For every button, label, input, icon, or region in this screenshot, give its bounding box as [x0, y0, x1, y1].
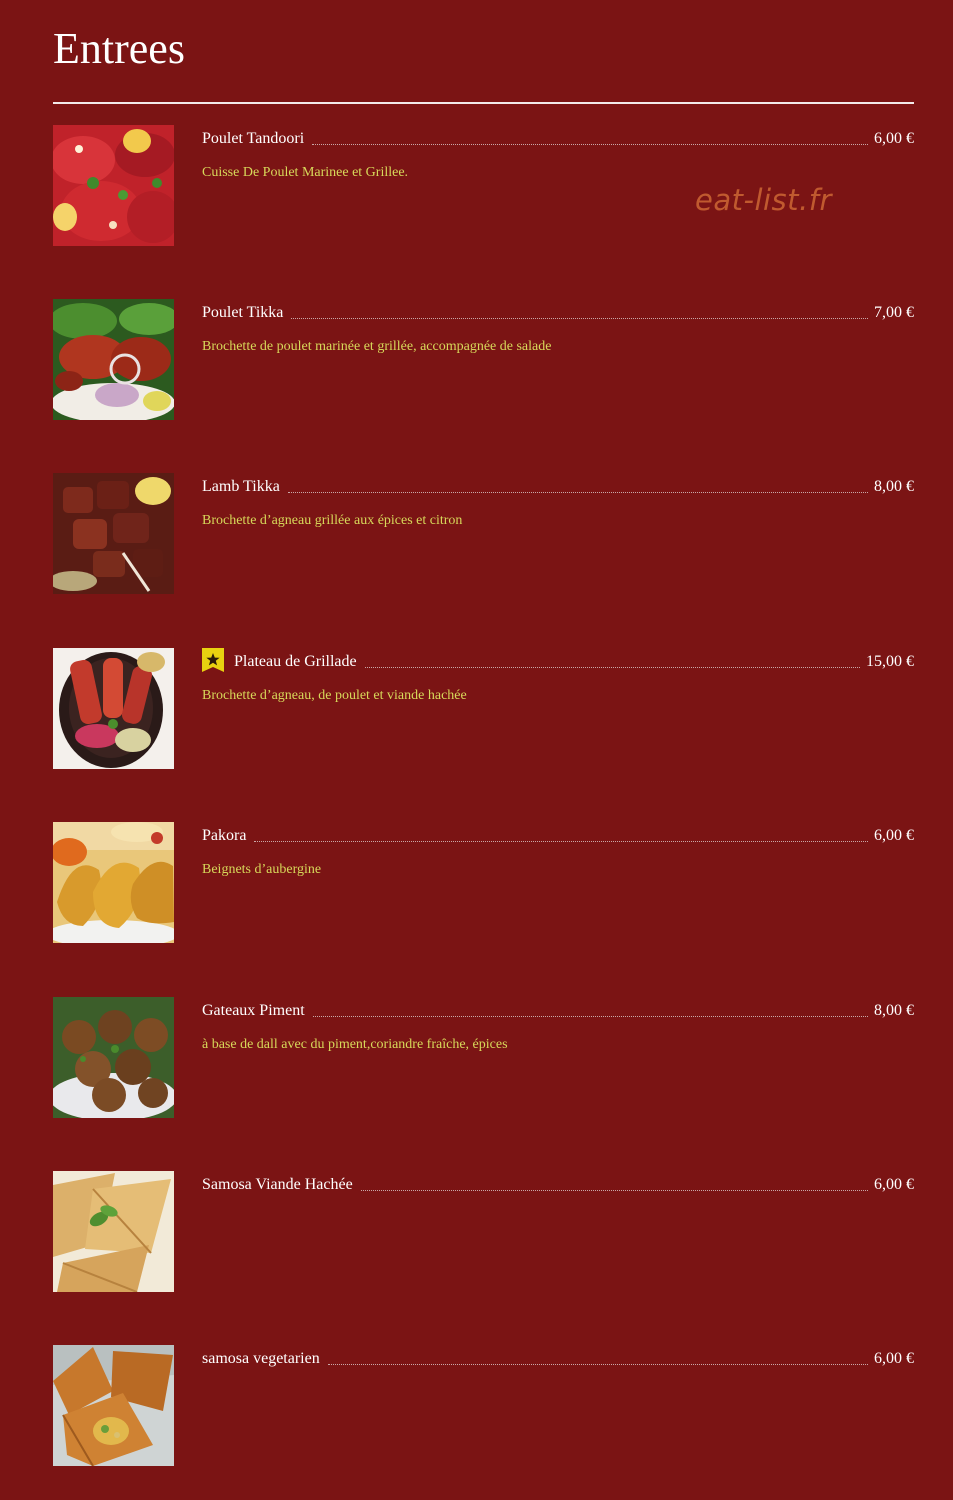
veg-samosa-photo[interactable] — [53, 1345, 174, 1466]
item-price: 6,00 € — [874, 130, 914, 147]
menu-item[interactable]: Lamb Tikka 8,00 € Brochette d’agneau gri… — [53, 473, 914, 595]
meat-samosa-photo[interactable] — [53, 1171, 174, 1292]
menu-item[interactable]: Samosa Viande Hachée 6,00 € — [53, 1171, 914, 1293]
star-badge-icon — [202, 648, 224, 672]
item-price: 15,00 € — [866, 653, 914, 670]
item-description: Brochette d’agneau, de poulet et viande … — [202, 688, 467, 703]
dot-leader — [312, 144, 868, 145]
item-price: 6,00 € — [874, 1176, 914, 1193]
menu-item[interactable]: Plateau de Grillade 15,00 € Brochette d’… — [53, 648, 914, 770]
dot-leader — [312, 1016, 868, 1017]
item-price: 8,00 € — [874, 1002, 914, 1019]
dot-leader — [364, 667, 860, 668]
dot-leader — [287, 492, 868, 493]
menu-item[interactable]: Gateaux Piment 8,00 € à base de dall ave… — [53, 997, 914, 1119]
item-name: Poulet Tandoori — [202, 130, 305, 147]
item-price: 6,00 € — [874, 827, 914, 844]
item-price: 6,00 € — [874, 1350, 914, 1367]
lamb-tikka-photo[interactable] — [53, 473, 174, 594]
item-name: Gateaux Piment — [202, 1002, 305, 1019]
item-description: Beignets d’aubergine — [202, 862, 322, 877]
menu-item[interactable]: Poulet Tikka 7,00 € Brochette de poulet … — [53, 299, 914, 421]
item-name: samosa vegetarien — [202, 1350, 320, 1367]
menu-list: Poulet Tandoori 6,00 € Cuisse De Poulet … — [0, 0, 953, 1500]
tandoori-chicken-photo[interactable] — [53, 125, 174, 246]
item-header: Gateaux Piment 8,00 € — [202, 997, 914, 1021]
dot-leader — [360, 1190, 868, 1191]
item-name: Poulet Tikka — [202, 304, 284, 321]
dot-leader — [254, 841, 868, 842]
item-description: à base de dall avec du piment,coriandre … — [202, 1037, 508, 1052]
item-name: Lamb Tikka — [202, 478, 280, 495]
item-header: Lamb Tikka 8,00 € — [202, 473, 914, 497]
menu-item[interactable]: Poulet Tandoori 6,00 € Cuisse De Poulet … — [53, 125, 914, 247]
item-description: Brochette de poulet marinée et grillée, … — [202, 339, 552, 354]
item-description: Brochette d’agneau grillée aux épices et… — [202, 513, 463, 528]
item-header: Plateau de Grillade 15,00 € — [202, 648, 914, 672]
item-header: Poulet Tikka 7,00 € — [202, 299, 914, 323]
item-price: 7,00 € — [874, 304, 914, 321]
grill-platter-photo[interactable] — [53, 648, 174, 769]
item-name: Plateau de Grillade — [234, 653, 357, 670]
item-header: Poulet Tandoori 6,00 € — [202, 125, 914, 149]
menu-item[interactable]: samosa vegetarien 6,00 € — [53, 1345, 914, 1467]
menu-item[interactable]: Pakora 6,00 € Beignets d’aubergine — [53, 822, 914, 944]
item-name: Samosa Viande Hachée — [202, 1176, 353, 1193]
item-description: Cuisse De Poulet Marinee et Grillee. — [202, 165, 409, 180]
item-header: Pakora 6,00 € — [202, 822, 914, 846]
dot-leader — [327, 1364, 868, 1365]
item-header: Samosa Viande Hachée 6,00 € — [202, 1171, 914, 1195]
item-name: Pakora — [202, 827, 247, 844]
item-price: 8,00 € — [874, 478, 914, 495]
chicken-tikka-photo[interactable] — [53, 299, 174, 420]
pakora-photo[interactable] — [53, 822, 174, 943]
chili-cakes-photo[interactable] — [53, 997, 174, 1118]
dot-leader — [291, 318, 868, 319]
item-header: samosa vegetarien 6,00 € — [202, 1345, 914, 1369]
